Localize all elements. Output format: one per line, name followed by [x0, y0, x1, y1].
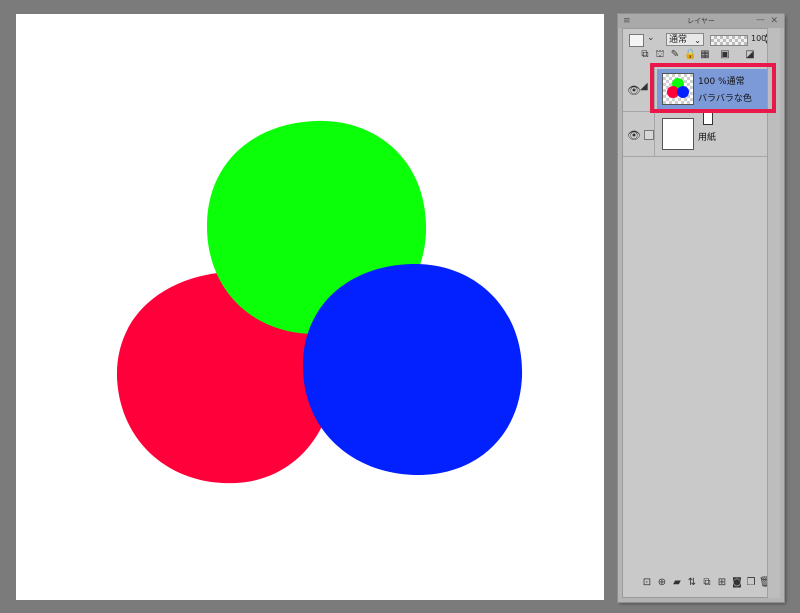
- layer-color-swatch[interactable]: [629, 34, 644, 47]
- layer-bottom-toolbar: ⊡ ⊕ ▰ ⇅ ⧉ ⊞ ◙ ❐ 🗑: [641, 577, 772, 591]
- palette-color-icon[interactable]: ◪: [744, 49, 756, 61]
- new-folder-icon[interactable]: ▰: [671, 577, 683, 589]
- chevron-down-icon[interactable]: ⌄: [647, 33, 655, 43]
- blue-circle: [302, 263, 523, 476]
- panel-title: レイヤー: [687, 17, 715, 25]
- minimize-icon[interactable]: —: [756, 13, 765, 27]
- new-vector-layer-icon[interactable]: ⊕: [656, 577, 668, 589]
- canvas[interactable]: [16, 14, 604, 600]
- canvas-drawing: [116, 120, 523, 484]
- transfer-icon[interactable]: ⇅: [686, 577, 698, 589]
- duplicate-icon[interactable]: ❐: [745, 577, 757, 589]
- clip-icon[interactable]: ⧉: [639, 49, 651, 61]
- new-raster-layer-icon[interactable]: ⊡: [641, 577, 653, 589]
- layer-property-bar: ⌄ 通常 ⌄ 100 ▴▾: [626, 32, 771, 48]
- pen-icon: ◢: [640, 81, 648, 92]
- panel-titlebar[interactable]: ≡ レイヤー — ✕: [618, 14, 784, 28]
- lock-transparency-icon[interactable]: ▦: [699, 49, 711, 61]
- mask-icon[interactable]: ▣: [719, 49, 731, 61]
- menu-icon[interactable]: ≡: [623, 14, 631, 28]
- paper-icon: [703, 112, 713, 125]
- lock-icon[interactable]: 🔒: [684, 49, 696, 61]
- mask-create-icon[interactable]: ◙: [731, 577, 743, 589]
- opacity-value[interactable]: 100: [751, 34, 766, 43]
- eye-icon[interactable]: 👁: [627, 84, 641, 97]
- close-icon[interactable]: ✕: [770, 14, 778, 28]
- layer-scrollbar[interactable]: [767, 28, 780, 598]
- layer-panel-body: ⌄ 通常 ⌄ 100 ▴▾ ⧉ ⛫ ✎ 🔒 ▦ ▣ ◪ 👁 ◢: [622, 28, 772, 598]
- layer-row-paper[interactable]: 👁 用紙: [623, 112, 769, 157]
- layer-tool-row: ⧉ ⛫ ✎ 🔒 ▦ ▣ ◪: [623, 48, 769, 64]
- highlight-box: [650, 63, 776, 113]
- layer-checkbox[interactable]: [644, 130, 654, 140]
- draft-icon[interactable]: ✎: [669, 49, 681, 61]
- layer-name-label: 用紙: [698, 133, 717, 143]
- merge-icon[interactable]: ⧉: [701, 577, 713, 589]
- chevron-down-icon: ⌄: [694, 36, 701, 45]
- column-divider: [654, 112, 655, 156]
- paper-thumbnail: [662, 118, 694, 150]
- opacity-slider[interactable]: [710, 35, 748, 46]
- reference-icon[interactable]: ⛫: [654, 49, 666, 61]
- eye-icon[interactable]: 👁: [627, 129, 641, 142]
- blend-mode-select[interactable]: 通常 ⌄: [666, 33, 704, 46]
- combine-icon[interactable]: ⊞: [716, 577, 728, 589]
- blend-mode-value: 通常: [669, 35, 688, 45]
